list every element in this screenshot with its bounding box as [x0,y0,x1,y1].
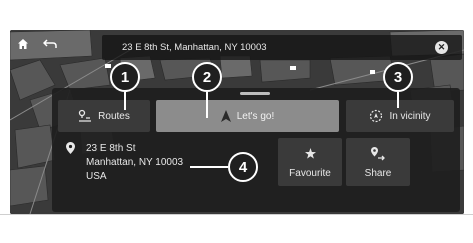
callout-4: 4 [228,152,258,182]
location-pin-icon [66,142,75,154]
clear-destination-button[interactable]: ✕ [435,41,448,54]
share-button[interactable]: Share [346,138,410,186]
star-icon [304,148,316,159]
home-icon [18,39,28,49]
callout-3-leader [397,92,399,108]
callout-3: 3 [383,62,413,92]
favourite-button[interactable]: Favourite [278,138,342,186]
navigation-arrow-icon [220,110,231,122]
callout-2: 2 [192,62,222,92]
figure-divider [0,214,473,215]
share-label: Share [364,167,392,179]
lets-go-label: Let's go! [236,110,275,122]
routes-label: Routes [98,110,130,122]
callout-1: 1 [110,62,140,92]
share-location-icon [371,146,385,160]
address-line-3: USA [86,171,107,182]
lets-go-button[interactable]: Let's go! [156,100,339,132]
destination-address: 23 E 8th St, Manhattan, NY 10003 [122,42,267,53]
callout-2-leader [206,92,208,118]
in-vicinity-label: In vicinity [389,110,431,122]
address-line-2: Manhattan, NY 10003 [86,157,184,168]
panel-drag-handle[interactable] [240,92,270,95]
close-icon: ✕ [437,42,446,52]
routes-icon [79,109,92,122]
destination-bar[interactable]: 23 E 8th St, Manhattan, NY 10003 ✕ [102,35,462,60]
navigation-screen: 23 E 8th St, Manhattan, NY 10003 ✕ Route… [10,30,464,214]
routes-button[interactable]: Routes [58,100,150,132]
callout-1-leader [124,92,126,110]
vicinity-icon [370,109,383,123]
favourite-label: Favourite [289,167,331,179]
back-arrow-icon [43,39,57,48]
callout-4-leader [190,166,228,168]
home-button[interactable] [11,33,35,55]
figure-frame: 23 E 8th St, Manhattan, NY 10003 ✕ Route… [0,0,473,243]
in-vicinity-button[interactable]: In vicinity [346,100,454,132]
back-button[interactable] [38,33,62,55]
address-line-1: 23 E 8th St [86,143,136,154]
